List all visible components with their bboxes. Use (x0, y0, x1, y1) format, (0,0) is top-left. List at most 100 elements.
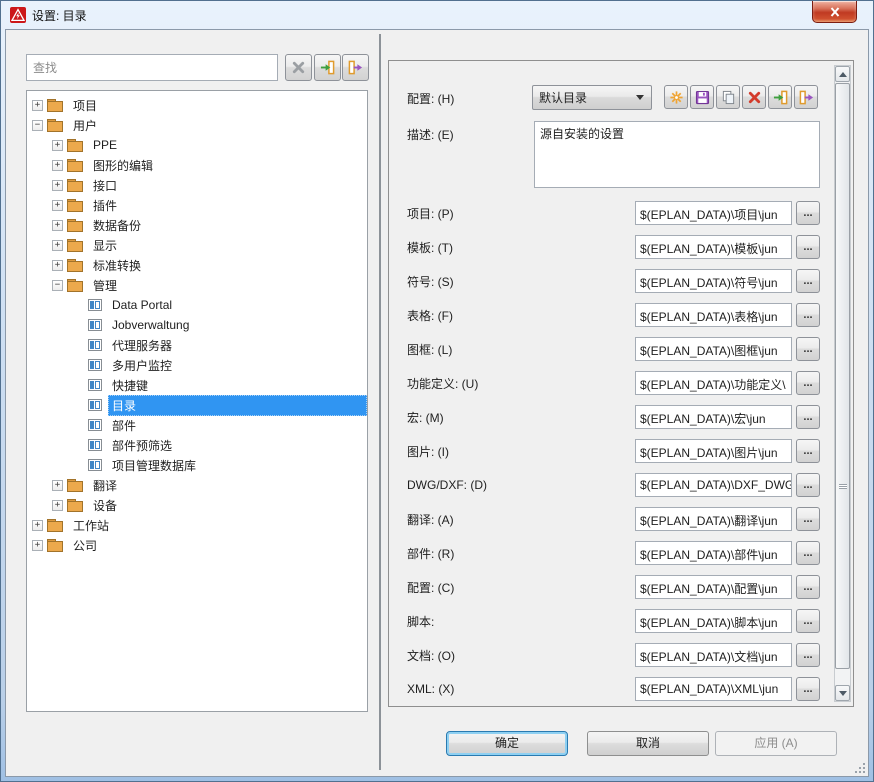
path-input[interactable]: $(EPLAN_DATA)\表格\jun (635, 303, 792, 327)
browse-button[interactable]: ... (796, 371, 820, 395)
tree-item[interactable]: 目录 (27, 395, 367, 415)
tree-expander-icon[interactable]: + (52, 140, 63, 151)
clear-search-button[interactable] (285, 54, 312, 81)
tree-item[interactable]: 快捷键 (27, 375, 367, 395)
path-input[interactable]: $(EPLAN_DATA)\DXF_DWG (635, 473, 792, 497)
path-input[interactable]: $(EPLAN_DATA)\图框\jun (635, 337, 792, 361)
close-button[interactable] (812, 1, 857, 23)
apply-button[interactable]: 应用 (A) (715, 731, 837, 756)
tree-item[interactable]: + 图形的编辑 (27, 155, 367, 175)
browse-button[interactable]: ... (796, 677, 820, 701)
browse-button[interactable]: ... (796, 473, 820, 497)
tree-item[interactable]: + 项目 (27, 95, 367, 115)
settings-page-icon (88, 359, 102, 371)
path-input[interactable]: $(EPLAN_DATA)\配置\jun (635, 575, 792, 599)
import-scheme-button[interactable] (768, 85, 792, 109)
tree-expander-icon[interactable]: + (52, 180, 63, 191)
tree-expander-icon[interactable]: + (52, 260, 63, 271)
browse-button[interactable]: ... (796, 337, 820, 361)
browse-button[interactable]: ... (796, 303, 820, 327)
browse-button[interactable]: ... (796, 405, 820, 429)
tree-item[interactable]: + 数据备份 (27, 215, 367, 235)
tree-expander-icon[interactable]: − (52, 280, 63, 291)
new-star-icon (669, 90, 684, 105)
config-scheme-select[interactable]: 默认目录 (532, 85, 652, 110)
tree-expander-icon[interactable]: + (52, 240, 63, 251)
browse-button[interactable]: ... (796, 201, 820, 225)
tree-item[interactable]: + 标准转换 (27, 255, 367, 275)
delete-scheme-button[interactable] (742, 85, 766, 109)
tree-item-label: 显示 (89, 235, 121, 256)
tree-item[interactable]: Jobverwaltung (27, 315, 367, 335)
path-input[interactable]: $(EPLAN_DATA)\功能定义\ (635, 371, 792, 395)
path-input[interactable]: $(EPLAN_DATA)\图片\jun (635, 439, 792, 463)
tree-item[interactable]: 代理服务器 (27, 335, 367, 355)
browse-button[interactable]: ... (796, 439, 820, 463)
tree-item[interactable]: + 接口 (27, 175, 367, 195)
tree-item[interactable]: − 用户 (27, 115, 367, 135)
description-input[interactable]: 源自安装的设置 (534, 121, 820, 188)
path-input[interactable]: $(EPLAN_DATA)\XML\jun (635, 677, 792, 701)
import-arrow-icon (320, 60, 335, 75)
settings-tree[interactable]: + 项目 − 用户 + PPE + 图形的编辑 (26, 90, 368, 712)
settings-export-button[interactable] (342, 54, 369, 81)
browse-button[interactable]: ... (796, 643, 820, 667)
tree-item[interactable]: + PPE (27, 135, 367, 155)
tree-item[interactable]: + 插件 (27, 195, 367, 215)
ok-button[interactable]: 确定 (446, 731, 568, 756)
tree-expander-icon[interactable]: + (32, 540, 43, 551)
scroll-up-button[interactable] (835, 66, 850, 82)
search-input[interactable] (26, 54, 278, 81)
tree-item[interactable]: 部件 (27, 415, 367, 435)
folder-icon (47, 119, 63, 132)
tree-item[interactable]: Data Portal (27, 295, 367, 315)
cancel-button[interactable]: 取消 (587, 731, 709, 756)
save-scheme-button[interactable] (690, 85, 714, 109)
settings-import-button[interactable] (314, 54, 341, 81)
tree-item[interactable]: + 设备 (27, 495, 367, 515)
tree-item[interactable]: 项目管理数据库 (27, 455, 367, 475)
tree-item[interactable]: + 工作站 (27, 515, 367, 535)
directory-field-row: 部件: (R) $(EPLAN_DATA)\部件\jun ... (407, 541, 822, 565)
path-input[interactable]: $(EPLAN_DATA)\部件\jun (635, 541, 792, 565)
tree-expander-icon[interactable]: + (52, 160, 63, 171)
tree-expander-icon[interactable]: + (52, 480, 63, 491)
copy-scheme-button[interactable] (716, 85, 740, 109)
path-input[interactable]: $(EPLAN_DATA)\宏\jun (635, 405, 792, 429)
thumb-grip-icon (839, 484, 847, 489)
path-input[interactable]: $(EPLAN_DATA)\项目\jun (635, 201, 792, 225)
path-input[interactable]: $(EPLAN_DATA)\文档\jun (635, 643, 792, 667)
tree-expander-icon[interactable]: − (32, 120, 43, 131)
folder-icon (67, 179, 83, 192)
scroll-thumb[interactable] (835, 83, 850, 669)
path-input[interactable]: $(EPLAN_DATA)\脚本\jun (635, 609, 792, 633)
tree-expander-icon[interactable]: + (32, 520, 43, 531)
path-input[interactable]: $(EPLAN_DATA)\模板\jun (635, 235, 792, 259)
tree-item[interactable]: − 管理 (27, 275, 367, 295)
tree-expander-icon[interactable]: + (52, 500, 63, 511)
path-input[interactable]: $(EPLAN_DATA)\符号\jun (635, 269, 792, 293)
tree-expander-icon[interactable]: + (52, 220, 63, 231)
path-input[interactable]: $(EPLAN_DATA)\翻译\jun (635, 507, 792, 531)
vertical-scrollbar[interactable] (834, 65, 851, 702)
tree-item[interactable]: 多用户监控 (27, 355, 367, 375)
browse-button[interactable]: ... (796, 235, 820, 259)
tree-expander-icon[interactable]: + (32, 100, 43, 111)
dialog-content: + 项目 − 用户 + PPE + 图形的编辑 (5, 29, 869, 777)
browse-button[interactable]: ... (796, 507, 820, 531)
field-label: 表格: (F) (407, 307, 635, 324)
tree-item[interactable]: + 显示 (27, 235, 367, 255)
tree-item[interactable]: + 翻译 (27, 475, 367, 495)
panel-splitter[interactable] (379, 34, 381, 770)
browse-button[interactable]: ... (796, 541, 820, 565)
browse-button[interactable]: ... (796, 609, 820, 633)
resize-grip[interactable] (855, 763, 865, 773)
tree-expander-icon[interactable]: + (52, 200, 63, 211)
new-scheme-button[interactable] (664, 85, 688, 109)
tree-item[interactable]: + 公司 (27, 535, 367, 555)
export-scheme-button[interactable] (794, 85, 818, 109)
browse-button[interactable]: ... (796, 575, 820, 599)
tree-item[interactable]: 部件预筛选 (27, 435, 367, 455)
scroll-down-button[interactable] (835, 685, 850, 701)
browse-button[interactable]: ... (796, 269, 820, 293)
